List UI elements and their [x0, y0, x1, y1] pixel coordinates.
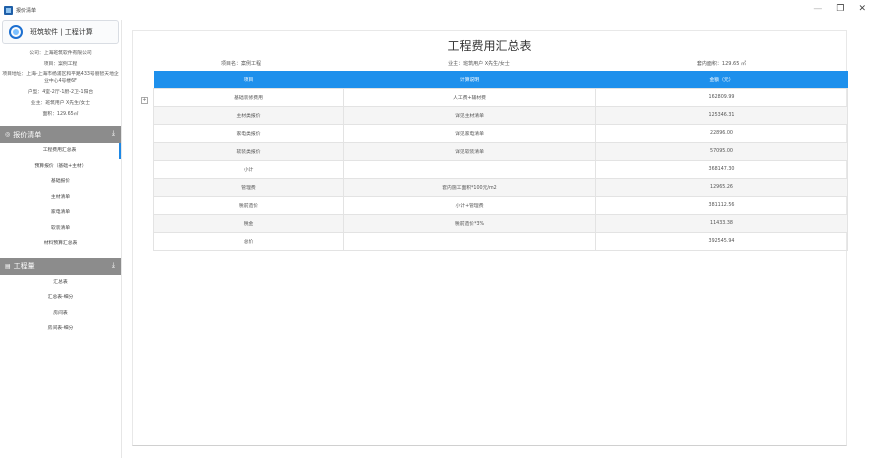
table-body: 基础装修费用 人工费+辅材费 162809.99 主材类报价 详见主材清单 125346.…	[153, 87, 848, 251]
menu-item-soft-furnishing-list[interactable]: 软装清单	[0, 221, 121, 237]
table-row[interactable]: 税金 税前造价*3% 11433.38	[153, 213, 848, 233]
section-quantities[interactable]: ▤ 工程量 ⤓	[0, 257, 121, 275]
download-icon[interactable]: ⤓	[112, 261, 115, 270]
table-row[interactable]: 总价 392545.94	[153, 231, 848, 251]
cell-description	[343, 159, 596, 179]
cell-description: 人工费+辅材费	[343, 87, 596, 107]
menu-item-appliance-list[interactable]: 家电清单	[0, 205, 121, 221]
cell-description: 小计+管理费	[343, 195, 596, 215]
cell-item: 家电类报价	[153, 123, 344, 143]
column-header-amount: 金额（元）	[595, 71, 848, 88]
cell-amount: 12965.26	[595, 177, 848, 197]
project-name: 项目名：案例工程	[221, 61, 262, 67]
column-header-description: 计算说明	[343, 71, 596, 88]
brand-header: 班筑软件 | 工程计算	[2, 20, 119, 44]
cell-description: 详见主材清单	[343, 105, 596, 125]
inner-area: 套内面积：129.65 ㎡	[696, 61, 746, 67]
menu-item-room-table[interactable]: 房间表	[0, 306, 121, 322]
cell-amount: 368147.30	[595, 159, 848, 179]
menu-item-basic-quote[interactable]: 基础报价	[0, 174, 121, 190]
window-title: 报价清单	[16, 7, 37, 14]
info-area: 面积：129.65㎡	[42, 112, 79, 117]
cell-amount: 57095.00	[595, 141, 848, 161]
info-owner: 业主：班筑用户 X先生/女士	[30, 101, 91, 106]
cell-item: 主材类报价	[153, 105, 344, 125]
download-icon[interactable]: ⤓	[112, 129, 115, 138]
menu-item-budget-quote[interactable]: 预算报价（基础+主材）	[0, 159, 121, 175]
table-row[interactable]: 小计 368147.30	[153, 159, 848, 179]
table-row[interactable]: 软装类报价 详见软装清单 57095.00	[153, 141, 848, 161]
section-quote-list[interactable]: ◎ 报价清单 ⤓	[0, 126, 121, 143]
brand-name: 班筑软件 | 工程计算	[30, 28, 93, 36]
section-title: 报价清单	[13, 130, 42, 139]
table-row[interactable]: 管理费 套内施工面积*100元/m2 12965.26	[153, 177, 848, 197]
menu-item-main-material-list[interactable]: 主材清单	[0, 190, 121, 206]
main-panel: 工程费用汇总表 项目名：案例工程 业主：班筑用户 X先生/女士 套内面积：129…	[132, 30, 848, 446]
info-address: 项目地址：上海-上海市杨浦区和平路433号丽智天地企业中心4号楼6F	[2, 72, 119, 84]
summary-meta: 项目名：案例工程 业主：班筑用户 X先生/女士 套内面积：129.65 ㎡	[133, 60, 846, 67]
minimize-button[interactable]: —	[813, 4, 822, 14]
cell-amount: 22896.00	[595, 123, 848, 143]
cell-item: 税前造价	[153, 195, 344, 215]
menu-item-room-table-detail[interactable]: 房间表-细分	[0, 321, 121, 337]
cell-item: 总价	[153, 231, 344, 251]
quantities-icon: ▤	[5, 262, 11, 270]
cell-item: 基础装修费用	[153, 87, 344, 107]
app-icon	[4, 5, 13, 15]
cell-amount: 381112.56	[595, 195, 848, 215]
info-company: 公司：上海班筑软件有限公司	[29, 51, 92, 56]
column-header-item: 项目	[153, 71, 344, 88]
cell-item: 税金	[153, 213, 344, 233]
cell-item: 小计	[153, 159, 344, 179]
title-bar: 报价清单 — ❐ ✕	[0, 0, 880, 20]
sidebar: 班筑软件 | 工程计算 公司：上海班筑软件有限公司 项目：案例工程 项目地址：上…	[0, 20, 122, 458]
info-house-type: 户型：4室-2厅-1厨-2卫-1阳台	[27, 90, 94, 95]
restore-button[interactable]: ❐	[836, 4, 844, 14]
cell-description: 税前造价*3%	[343, 213, 596, 233]
cell-item: 管理费	[153, 177, 344, 197]
table-row[interactable]: 基础装修费用 人工费+辅材费 162809.99	[153, 87, 848, 107]
cell-description: 详见软装清单	[343, 141, 596, 161]
table-row[interactable]: 税前造价 小计+管理费 381112.56	[153, 195, 848, 215]
menu-item-cost-summary[interactable]: 工程费用汇总表	[0, 143, 121, 159]
info-project: 项目：案例工程	[43, 62, 78, 67]
table-row[interactable]: 家电类报价 详见家电清单 22896.00	[153, 123, 848, 143]
page-title: 工程费用汇总表	[447, 39, 532, 53]
table-row[interactable]: 主材类报价 详见主材清单 125346.31	[153, 105, 848, 125]
cell-amount: 162809.99	[595, 87, 848, 107]
cell-amount: 392545.94	[595, 231, 848, 251]
cell-amount: 125346.31	[595, 105, 848, 125]
cost-table-wrapper: 项目 计算说明 金额（元） 基础装修费用 人工费+辅材费 162809.99 主材类报…	[153, 71, 848, 251]
cell-amount: 11433.38	[595, 213, 848, 233]
logo-icon	[9, 25, 23, 39]
quote-list-icon: ◎	[5, 131, 11, 138]
menu-item-summary[interactable]: 汇总表	[0, 275, 121, 291]
cell-description	[343, 231, 596, 251]
section-title: 工程量	[13, 262, 35, 270]
cell-description: 套内施工面积*100元/m2	[343, 177, 596, 197]
table-header-row: 项目 计算说明 金额（元）	[153, 71, 848, 88]
menu-item-material-budget-summary[interactable]: 材料预算汇总表	[0, 236, 121, 252]
window-controls: — ❐ ✕	[813, 4, 866, 14]
cell-item: 软装类报价	[153, 141, 344, 161]
cell-description: 详见家电清单	[343, 123, 596, 143]
project-info: 公司：上海班筑软件有限公司 项目：案例工程 项目地址：上海-上海市杨浦区和平路4…	[0, 44, 121, 120]
menu-item-summary-detail[interactable]: 汇总表-细分	[0, 290, 121, 306]
owner-name: 业主：班筑用户 X先生/女士	[448, 61, 510, 67]
expand-icon[interactable]: +	[141, 97, 148, 104]
close-button[interactable]: ✕	[858, 4, 866, 14]
cost-summary-table: 项目 计算说明 金额（元） 基础装修费用 人工费+辅材费 162809.99 主材类报…	[153, 71, 848, 251]
